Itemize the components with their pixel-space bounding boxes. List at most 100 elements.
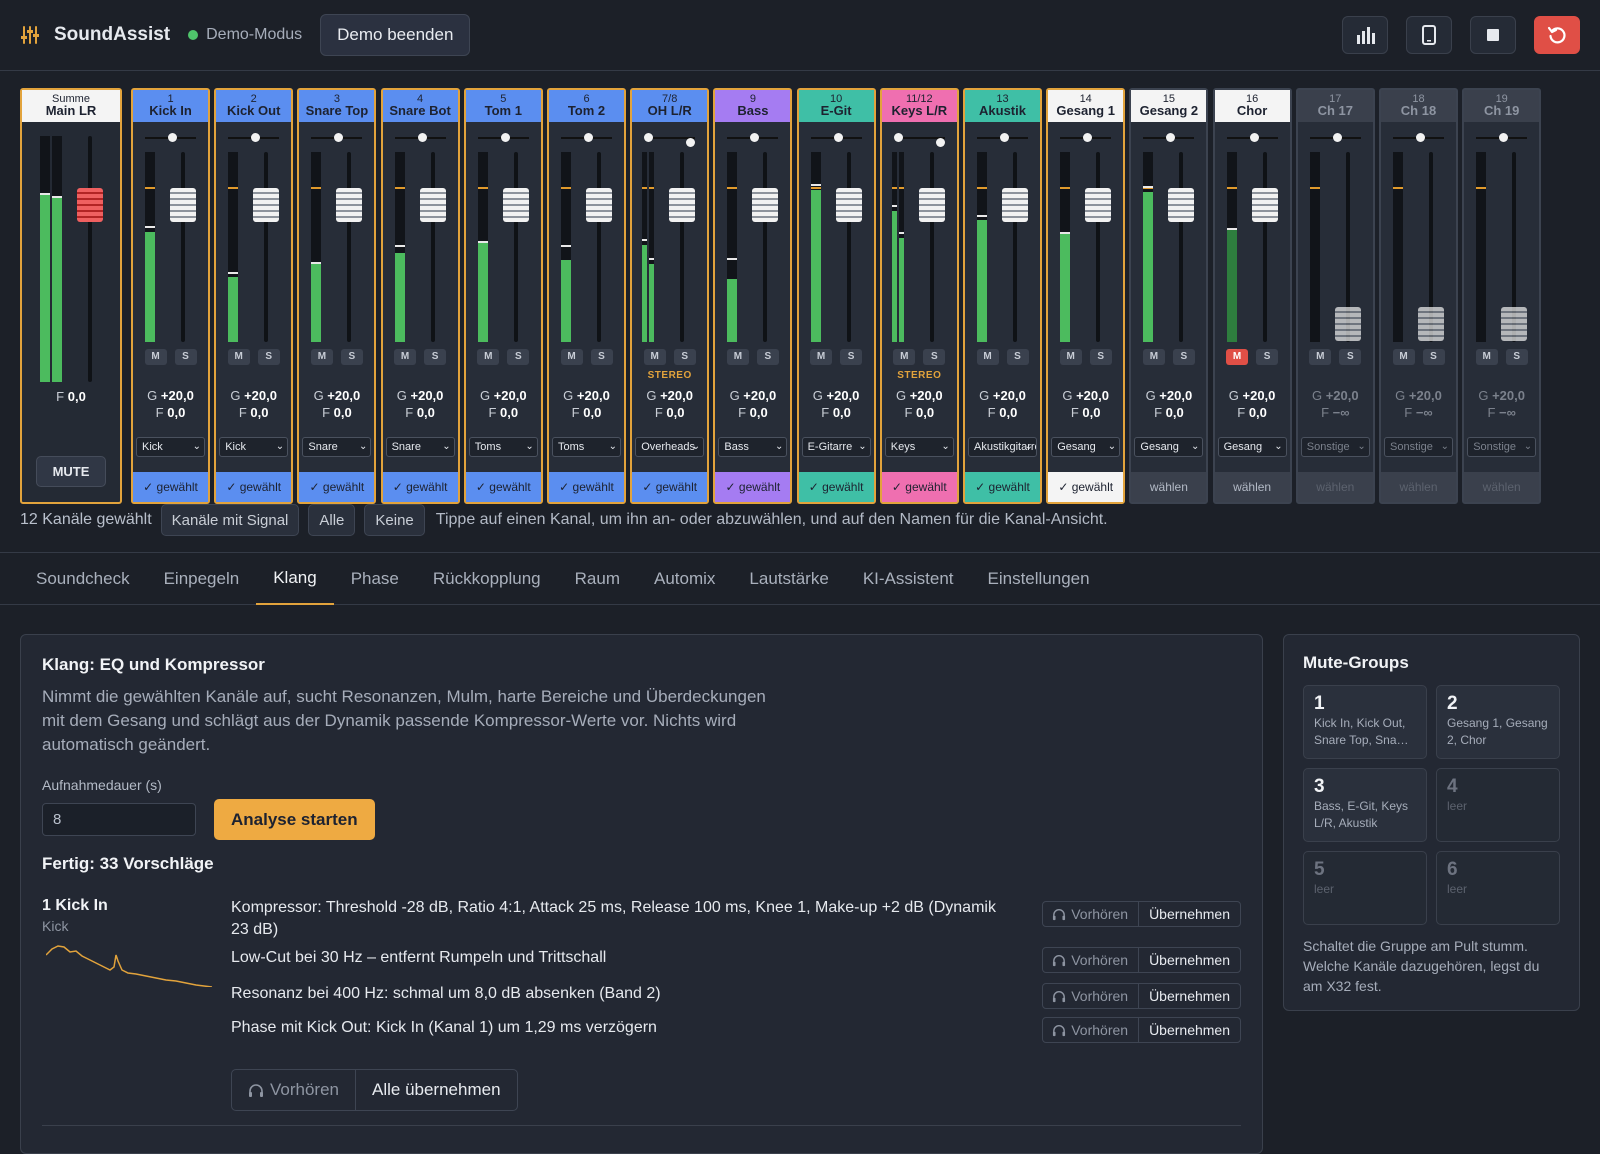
preview-button[interactable]: Vorhören: [1043, 984, 1140, 1008]
channel-name-button[interactable]: 3 Snare Top: [299, 90, 375, 122]
solo-button[interactable]: S: [923, 349, 946, 365]
main-fader-cap[interactable]: [77, 188, 103, 222]
select-toggle[interactable]: ✓ gewählt: [216, 472, 292, 502]
channel-strip[interactable]: 5 Tom 1 M S G +20,0 F 0,0 Toms ⌄ ✓ gewählt: [463, 88, 543, 504]
tab-rückkopplung[interactable]: Rückkopplung: [416, 553, 558, 605]
mute-button[interactable]: M: [310, 349, 333, 365]
fader-track[interactable]: [1179, 152, 1184, 342]
pan-control[interactable]: [893, 132, 945, 147]
fader-cap[interactable]: [1418, 307, 1444, 341]
channel-name-button[interactable]: 10 E-Git: [798, 90, 874, 122]
channel-name-button[interactable]: 2 Kick Out: [216, 90, 292, 122]
category-select[interactable]: Kick ⌄: [219, 437, 289, 457]
select-toggle[interactable]: ✓ gewählt: [965, 472, 1040, 502]
channel-strip[interactable]: 1 Kick In M S G +20,0 F 0,0 Kick ⌄ ✓ gewäh…: [131, 88, 210, 504]
mute-group-4[interactable]: 4 leer: [1436, 768, 1560, 842]
select-toggle[interactable]: ✓ gewählt: [465, 472, 541, 502]
category-select[interactable]: Snare ⌄: [302, 437, 372, 457]
category-select[interactable]: Toms ⌄: [552, 437, 621, 457]
channel-strip[interactable]: 14 Gesang 1 M S G +20,0 F 0,0 Gesang ⌄ ✓ g…: [1046, 88, 1126, 504]
category-select[interactable]: Sonstige ⌄: [1467, 437, 1537, 457]
fader-track[interactable]: [846, 152, 851, 342]
channel-strip[interactable]: 19 Ch 19 M S G +20,0 F −∞ Sonstige ⌄ wähle…: [1462, 88, 1542, 504]
mute-button[interactable]: M: [893, 349, 916, 365]
channel-name-button[interactable]: 11/12 Keys L/R: [881, 90, 957, 122]
tab-phase[interactable]: Phase: [334, 553, 416, 605]
category-select[interactable]: Gesang ⌄: [1217, 437, 1287, 457]
select-toggle[interactable]: ✓ gewählt: [382, 472, 458, 502]
solo-button[interactable]: S: [840, 349, 863, 365]
fader-track[interactable]: [264, 152, 269, 342]
solo-button[interactable]: S: [1422, 349, 1445, 365]
tab-ki-assistent[interactable]: KI-Assistent: [846, 553, 971, 605]
fader-cap[interactable]: [586, 188, 612, 222]
mute-button[interactable]: M: [144, 349, 167, 365]
mute-button[interactable]: M: [227, 349, 250, 365]
fader-cap[interactable]: [669, 188, 696, 222]
category-select[interactable]: Bass ⌄: [718, 437, 788, 457]
duration-input[interactable]: 8: [42, 803, 196, 836]
channel-name-button[interactable]: 16 Chor: [1214, 90, 1290, 122]
apply-button[interactable]: Übernehmen: [1139, 948, 1240, 972]
pan-control[interactable]: [145, 132, 196, 144]
pan-control[interactable]: [1476, 132, 1528, 144]
channel-name-button[interactable]: 18 Ch 18: [1381, 90, 1456, 122]
fader-cap[interactable]: [1002, 188, 1028, 222]
fader-track[interactable]: [763, 152, 768, 342]
channel-strip[interactable]: 15 Gesang 2 M S G +20,0 F 0,0 Gesang ⌄ wäh…: [1129, 88, 1209, 504]
solo-button[interactable]: S: [1505, 349, 1528, 365]
pan-control[interactable]: [394, 132, 446, 144]
mute-button[interactable]: M: [1142, 349, 1165, 365]
fader-track[interactable]: [929, 152, 934, 342]
channel-name-button[interactable]: 19 Ch 19: [1464, 90, 1540, 122]
bar-chart-icon[interactable]: [1342, 16, 1388, 54]
mute-button[interactable]: M: [394, 349, 417, 365]
mute-button[interactable]: M: [1475, 349, 1498, 365]
main-fader-track[interactable]: [88, 136, 92, 382]
preview-all-button[interactable]: Vorhören: [232, 1070, 356, 1110]
fader-cap[interactable]: [170, 188, 196, 222]
solo-button[interactable]: S: [590, 349, 613, 365]
tab-raum[interactable]: Raum: [558, 553, 637, 605]
channel-strip[interactable]: 4 Snare Bot M S G +20,0 F 0,0 Snare ⌄ ✓ ge…: [380, 88, 460, 504]
tab-klang[interactable]: Klang: [256, 553, 334, 605]
fader-cap[interactable]: [1085, 188, 1112, 222]
mute-group-3[interactable]: 3 Bass, E-Git, Keys L/R, Akustik: [1303, 768, 1427, 842]
tab-lautstärke[interactable]: Lautstärke: [732, 553, 845, 605]
solo-button[interactable]: S: [257, 349, 280, 365]
category-select[interactable]: Keys ⌄: [884, 437, 954, 457]
channel-strip[interactable]: 6 Tom 2 M S G +20,0 F 0,0 Toms ⌄ ✓ gewählt: [547, 88, 626, 504]
select-toggle[interactable]: wählen: [1381, 472, 1456, 502]
solo-button[interactable]: S: [424, 349, 447, 365]
fader-cap[interactable]: [835, 188, 862, 222]
tab-automix[interactable]: Automix: [637, 553, 732, 605]
pan-control[interactable]: [727, 132, 779, 144]
preview-button[interactable]: Vorhören: [1043, 948, 1140, 972]
fader-cap[interactable]: [1334, 307, 1361, 341]
solo-button[interactable]: S: [1339, 349, 1362, 365]
select-toggle[interactable]: wählen: [1131, 472, 1207, 502]
select-toggle[interactable]: wählen: [1464, 472, 1540, 502]
channel-strip[interactable]: 10 E-Git M S G +20,0 F 0,0 E-Gitarre ⌄ ✓ g…: [796, 88, 876, 504]
select-toggle[interactable]: ✓ gewählt: [1048, 472, 1124, 502]
mute-button[interactable]: M: [810, 349, 833, 365]
fader-cap[interactable]: [502, 188, 529, 222]
category-select[interactable]: Gesang ⌄: [1134, 437, 1204, 457]
preview-button[interactable]: Vorhören: [1043, 1018, 1140, 1042]
category-select[interactable]: Overheads ⌄: [635, 437, 705, 457]
channel-name-button[interactable]: 6 Tom 2: [549, 90, 624, 122]
mute-button[interactable]: M: [1309, 349, 1332, 365]
fader-track[interactable]: [597, 152, 601, 342]
tab-einstellungen[interactable]: Einstellungen: [971, 553, 1107, 605]
pan-control[interactable]: [1060, 132, 1112, 144]
apply-button[interactable]: Übernehmen: [1139, 902, 1240, 926]
channel-strip[interactable]: 11/12 Keys L/R M S STEREO G +20,0 F 0,0 K…: [879, 88, 959, 504]
channel-strip[interactable]: 13 Akustik M S G +20,0 F 0,0 Akustikgitar…: [963, 88, 1042, 504]
category-select[interactable]: Akustikgitarre ⌄: [968, 437, 1037, 457]
category-select[interactable]: E-Gitarre ⌄: [801, 437, 871, 457]
select-signal-button[interactable]: Kanäle mit Signal: [160, 504, 300, 536]
channel-strip[interactable]: 17 Ch 17 M S G +20,0 F −∞ Sonstige ⌄ wähle…: [1295, 88, 1375, 504]
fader-track[interactable]: [1096, 152, 1101, 342]
mute-group-6[interactable]: 6 leer: [1436, 851, 1560, 925]
main-strip-head[interactable]: Summe Main LR: [22, 90, 120, 122]
